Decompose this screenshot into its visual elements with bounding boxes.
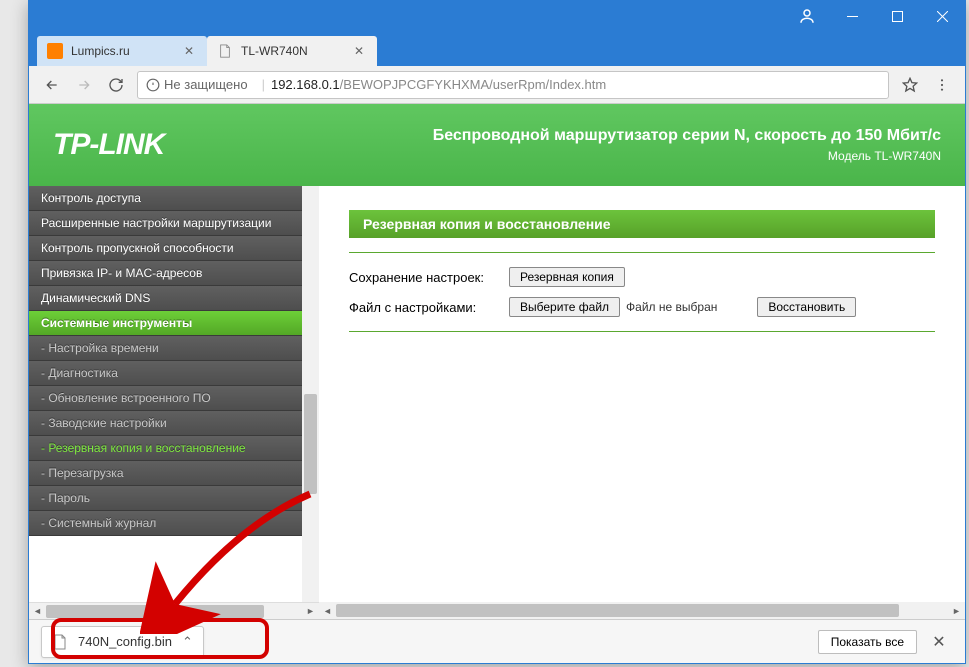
chevron-up-icon[interactable]: ⌃	[182, 634, 193, 650]
address-bar: Не защищено | 192.168.0.1/BEWOPJPCGFYKHX…	[29, 66, 965, 104]
tab-lumpics[interactable]: Lumpics.ru ✕	[37, 36, 207, 66]
download-bar: 740N_config.bin ⌃ Показать все ✕	[29, 619, 965, 663]
window-titlebar	[29, 1, 965, 31]
sidebar-item[interactable]: - Обновление встроенного ПО	[29, 386, 319, 411]
back-button[interactable]	[37, 70, 67, 100]
save-settings-label: Сохранение настроек:	[349, 270, 509, 285]
sidebar-item[interactable]: - Диагностика	[29, 361, 319, 386]
url-host: 192.168.0.1	[271, 77, 340, 92]
tab-title: Lumpics.ru	[71, 44, 175, 58]
sidebar-item[interactable]: Системные инструменты	[29, 311, 319, 336]
sidebar-item[interactable]: Расширенные настройки маршрутизации	[29, 211, 319, 236]
sidebar-item[interactable]: Контроль пропускной способности	[29, 236, 319, 261]
download-item[interactable]: 740N_config.bin ⌃	[41, 626, 204, 658]
sidebar-item[interactable]: - Пароль	[29, 486, 319, 511]
forward-button[interactable]	[69, 70, 99, 100]
tplink-logo: TP-LINK	[53, 128, 164, 162]
sidebar-item[interactable]: Привязка IP- и MAC-адресов	[29, 261, 319, 286]
main-hscrollbar[interactable]: ◄►	[319, 602, 965, 619]
bookmark-button[interactable]	[895, 70, 925, 100]
user-icon[interactable]	[792, 1, 822, 31]
downloadbar-close-icon[interactable]: ✕	[925, 628, 953, 656]
sidebar-item[interactable]: - Системный журнал	[29, 511, 319, 536]
browser-window: Lumpics.ru ✕ TL-WR740N ✕ Не защищено |	[28, 0, 966, 664]
tab-close-icon[interactable]: ✕	[181, 43, 197, 59]
reload-button[interactable]	[101, 70, 131, 100]
sidebar-item[interactable]: - Перезагрузка	[29, 461, 319, 486]
sidebar-item[interactable]: Динамический DNS	[29, 286, 319, 311]
show-all-button[interactable]: Показать все	[818, 630, 917, 654]
sidebar-item[interactable]: - Заводские настройки	[29, 411, 319, 436]
sidebar-item[interactable]: Контроль доступа	[29, 186, 319, 211]
tplink-header: TP-LINK Беспроводной маршрутизатор серии…	[29, 104, 965, 186]
sidebar-vscrollbar[interactable]	[302, 186, 319, 602]
insecure-label: Не защищено	[164, 77, 248, 92]
header-title: Беспроводной маршрутизатор серии N, скор…	[433, 127, 941, 145]
no-file-label: Файл не выбран	[626, 300, 717, 314]
close-button[interactable]	[920, 1, 965, 31]
choose-file-button[interactable]: Выберите файл	[509, 297, 620, 317]
tab-tlwr740n[interactable]: TL-WR740N ✕	[207, 36, 377, 66]
restore-button[interactable]: Восстановить	[757, 297, 856, 317]
sidebar: Контроль доступаРасширенные настройки ма…	[29, 186, 319, 619]
insecure-indicator[interactable]: Не защищено	[146, 77, 248, 92]
favicon-icon	[47, 43, 63, 59]
minimize-button[interactable]	[830, 1, 875, 31]
url-input[interactable]: Не защищено | 192.168.0.1/BEWOPJPCGFYKHX…	[137, 71, 889, 99]
sidebar-item[interactable]: - Резервная копия и восстановление	[29, 436, 319, 461]
file-settings-label: Файл с настройками:	[349, 300, 509, 315]
favicon-icon	[217, 43, 233, 59]
panel-title: Резервная копия и восстановление	[349, 210, 935, 238]
url-path: /BEWOPJPCGFYKHXMA/userRpm/Index.htm	[340, 77, 607, 92]
header-model: Модель TL-WR740N	[433, 149, 941, 163]
menu-button[interactable]	[927, 70, 957, 100]
backup-button[interactable]: Резервная копия	[509, 267, 625, 287]
page-content: TP-LINK Беспроводной маршрутизатор серии…	[29, 104, 965, 619]
file-icon	[52, 634, 68, 650]
sidebar-item[interactable]: - Настройка времени	[29, 336, 319, 361]
main-panel: Резервная копия и восстановление Сохране…	[319, 186, 965, 619]
tab-strip: Lumpics.ru ✕ TL-WR740N ✕	[29, 31, 965, 66]
maximize-button[interactable]	[875, 1, 920, 31]
sidebar-hscrollbar[interactable]: ◄►	[29, 602, 319, 619]
tab-title: TL-WR740N	[241, 44, 345, 58]
download-filename: 740N_config.bin	[78, 634, 172, 649]
tab-close-icon[interactable]: ✕	[351, 43, 367, 59]
